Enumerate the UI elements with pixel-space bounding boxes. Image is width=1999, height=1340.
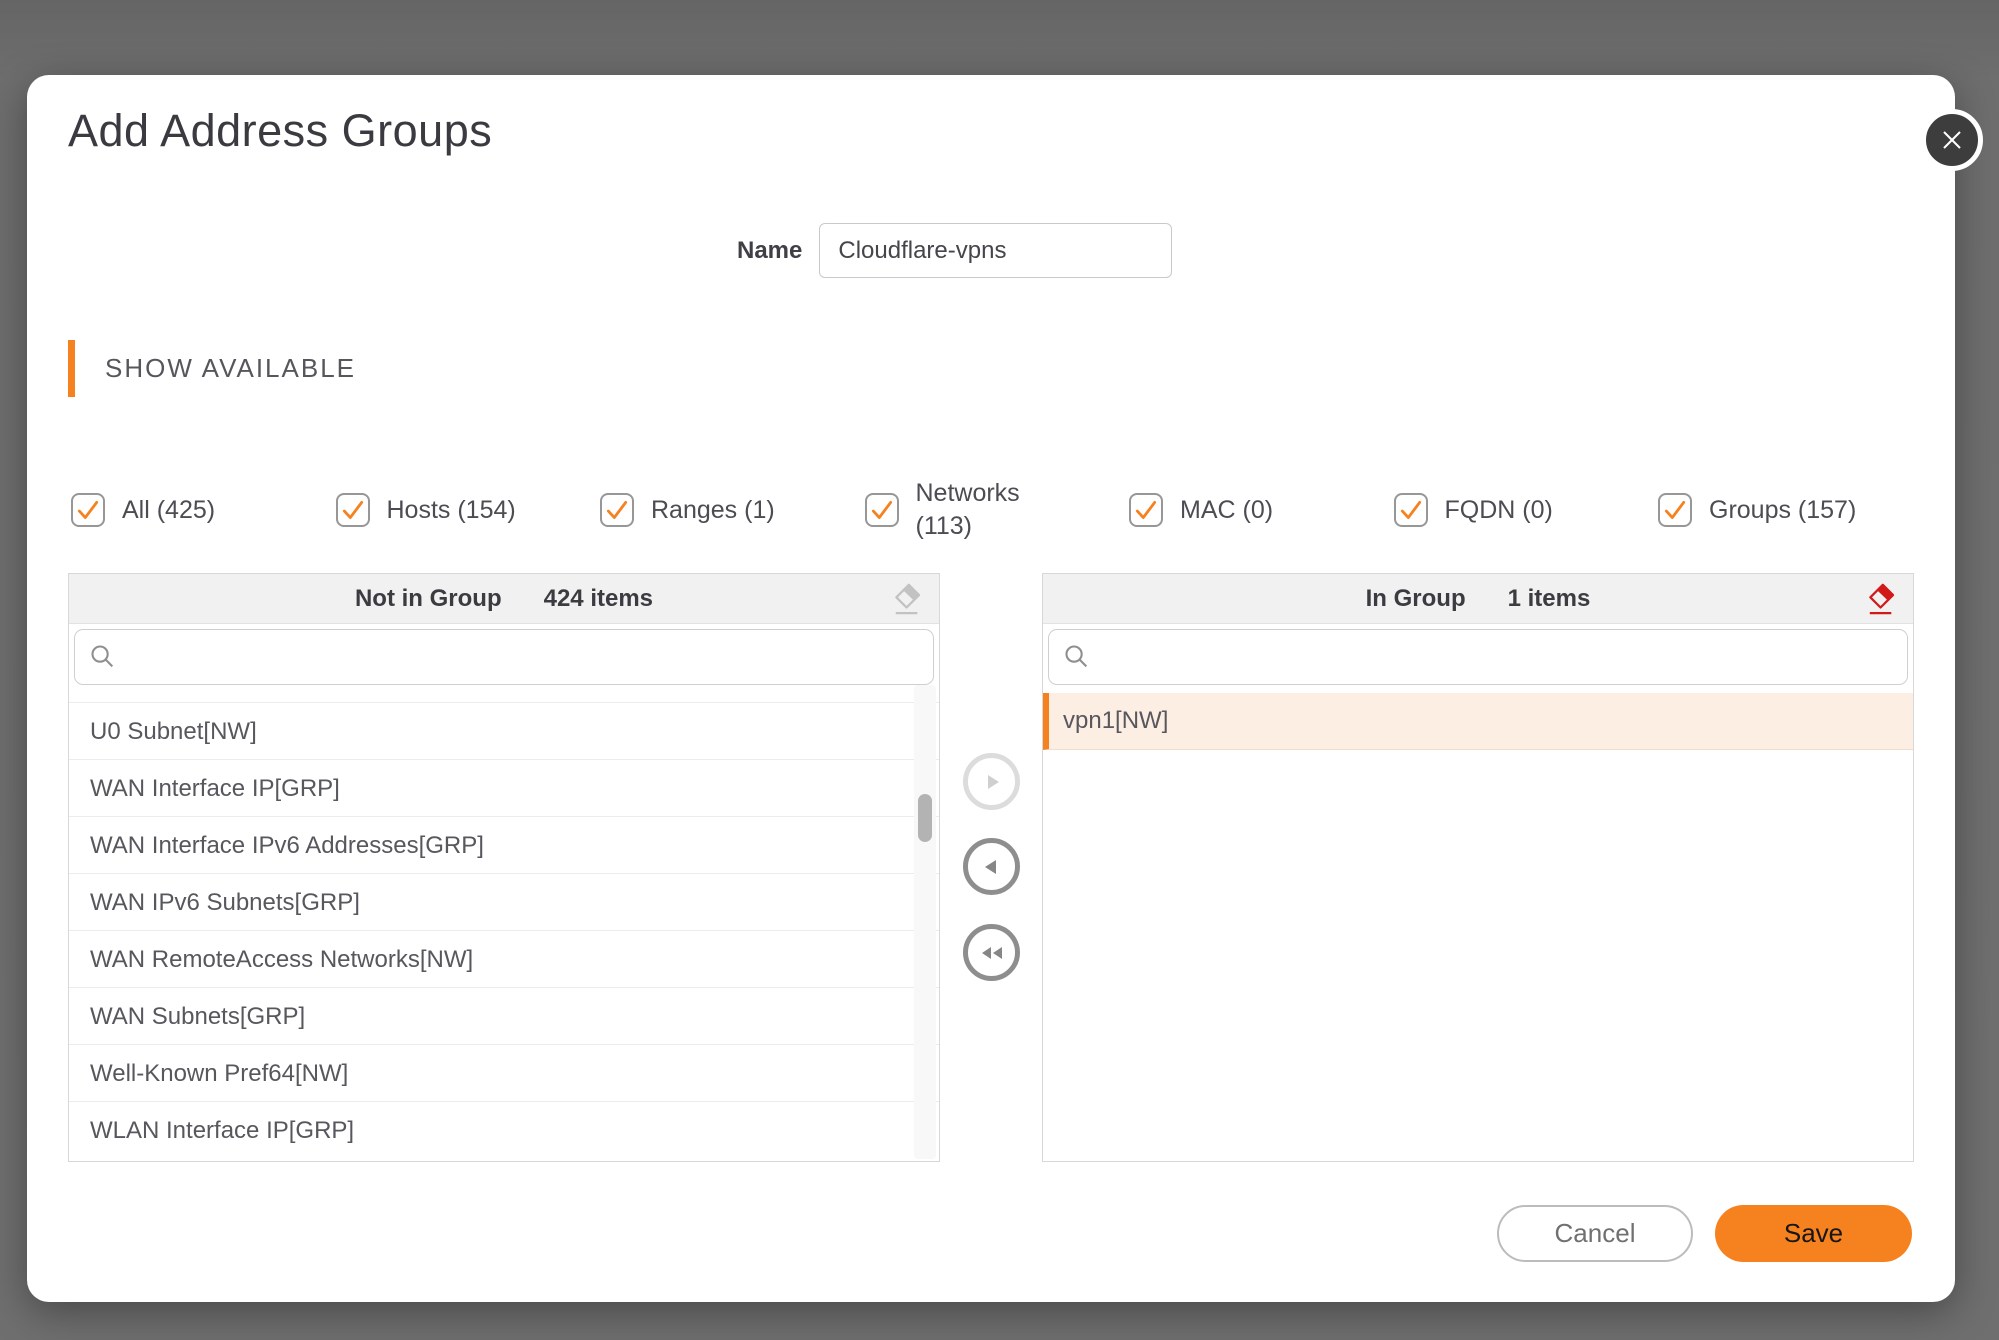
panel-count: 424 items (544, 585, 653, 613)
move-right-button[interactable] (963, 753, 1020, 810)
not-in-group-list[interactable]: U0 Subnet[NW] WAN Interface IP[GRP] WAN … (69, 685, 939, 1162)
list-item-selected[interactable]: vpn1[NW] (1043, 693, 1913, 750)
eraser-icon (890, 582, 922, 616)
section-accent-bar (68, 340, 75, 397)
show-available-section: SHOW AVAILABLE (68, 340, 356, 397)
filter-fqdn[interactable]: FQDN (0) (1394, 493, 1659, 527)
filter-label: All (425) (122, 494, 215, 527)
list-item[interactable]: WAN Subnets[GRP] (69, 987, 939, 1044)
filter-label: Networks (113) (916, 477, 1032, 543)
filter-ranges[interactable]: Ranges (1) (600, 493, 865, 527)
scrollbar-track[interactable] (914, 685, 936, 1159)
filter-label: MAC (0) (1180, 494, 1273, 527)
filter-networks[interactable]: Networks (113) (865, 477, 1130, 543)
in-group-header: In Group 1 items (1043, 574, 1913, 624)
right-search-box (1048, 629, 1908, 685)
list-item[interactable]: Well-Known Pref64[NW] (69, 1044, 939, 1101)
in-group-list[interactable]: vpn1[NW] (1043, 685, 1913, 1162)
left-search-input[interactable] (127, 630, 919, 684)
not-in-group-panel: Not in Group 424 items U0 Subnet[NW] WAN… (68, 573, 940, 1162)
list-item[interactable]: WAN RemoteAccess Networks[NW] (69, 930, 939, 987)
eraser-icon (1864, 582, 1896, 616)
type-filter-row: All (425) Hosts (154) Ranges (1) Network… (71, 455, 1925, 565)
checkbox-checked-icon[interactable] (71, 493, 105, 527)
arrow-right-icon (978, 768, 1006, 796)
clear-right-selection-button[interactable] (1863, 582, 1897, 616)
list-item[interactable]: WAN Interface IPv6 Addresses[GRP] (69, 816, 939, 873)
filter-label: Ranges (1) (651, 494, 775, 527)
filter-all[interactable]: All (425) (71, 493, 336, 527)
list-item[interactable]: U0 Subnet[NW] (69, 702, 939, 759)
filter-groups[interactable]: Groups (157) (1658, 493, 1923, 527)
checkbox-checked-icon[interactable] (1394, 493, 1428, 527)
save-button[interactable]: Save (1715, 1205, 1912, 1262)
list-item[interactable]: WLAN Interface IP[GRP] (69, 1101, 939, 1158)
cancel-button[interactable]: Cancel (1497, 1205, 1693, 1262)
filter-hosts[interactable]: Hosts (154) (336, 493, 601, 527)
in-group-panel: In Group 1 items vpn1[NW] (1042, 573, 1914, 1162)
add-address-groups-dialog: Add Address Groups Name SHOW AVAILABLE A… (27, 75, 1955, 1302)
close-button[interactable] (1921, 109, 1983, 171)
checkbox-checked-icon[interactable] (336, 493, 370, 527)
panel-count: 1 items (1508, 585, 1591, 613)
list-item[interactable]: WAN IPv6 Subnets[GRP] (69, 873, 939, 930)
clear-left-selection-button[interactable] (889, 582, 923, 616)
filter-label: Hosts (154) (387, 494, 516, 527)
list-item[interactable]: WAN Interface IP[GRP] (69, 759, 939, 816)
panel-title: In Group (1366, 585, 1466, 613)
arrow-left-icon (978, 853, 1006, 881)
checkbox-checked-icon[interactable] (1129, 493, 1163, 527)
filter-label: FQDN (0) (1445, 494, 1553, 527)
checkbox-checked-icon[interactable] (600, 493, 634, 527)
name-input[interactable] (819, 223, 1172, 278)
filter-mac[interactable]: MAC (0) (1129, 493, 1394, 527)
panel-title: Not in Group (355, 585, 502, 613)
checkbox-checked-icon[interactable] (865, 493, 899, 527)
search-icon (89, 643, 117, 671)
right-search-input[interactable] (1101, 630, 1893, 684)
scrollbar-thumb[interactable] (918, 794, 932, 842)
close-icon (1938, 126, 1966, 154)
name-label: Name (737, 237, 802, 265)
search-icon (1063, 643, 1091, 671)
left-search-box (74, 629, 934, 685)
move-all-left-button[interactable] (963, 924, 1020, 981)
checkbox-checked-icon[interactable] (1658, 493, 1692, 527)
not-in-group-header: Not in Group 424 items (69, 574, 939, 624)
dialog-title: Add Address Groups (68, 105, 492, 157)
move-left-button[interactable] (963, 838, 1020, 895)
section-label: SHOW AVAILABLE (105, 353, 356, 384)
name-field-row: Name (737, 223, 1172, 278)
filter-label: Groups (157) (1709, 494, 1856, 527)
double-arrow-left-icon (977, 939, 1007, 967)
